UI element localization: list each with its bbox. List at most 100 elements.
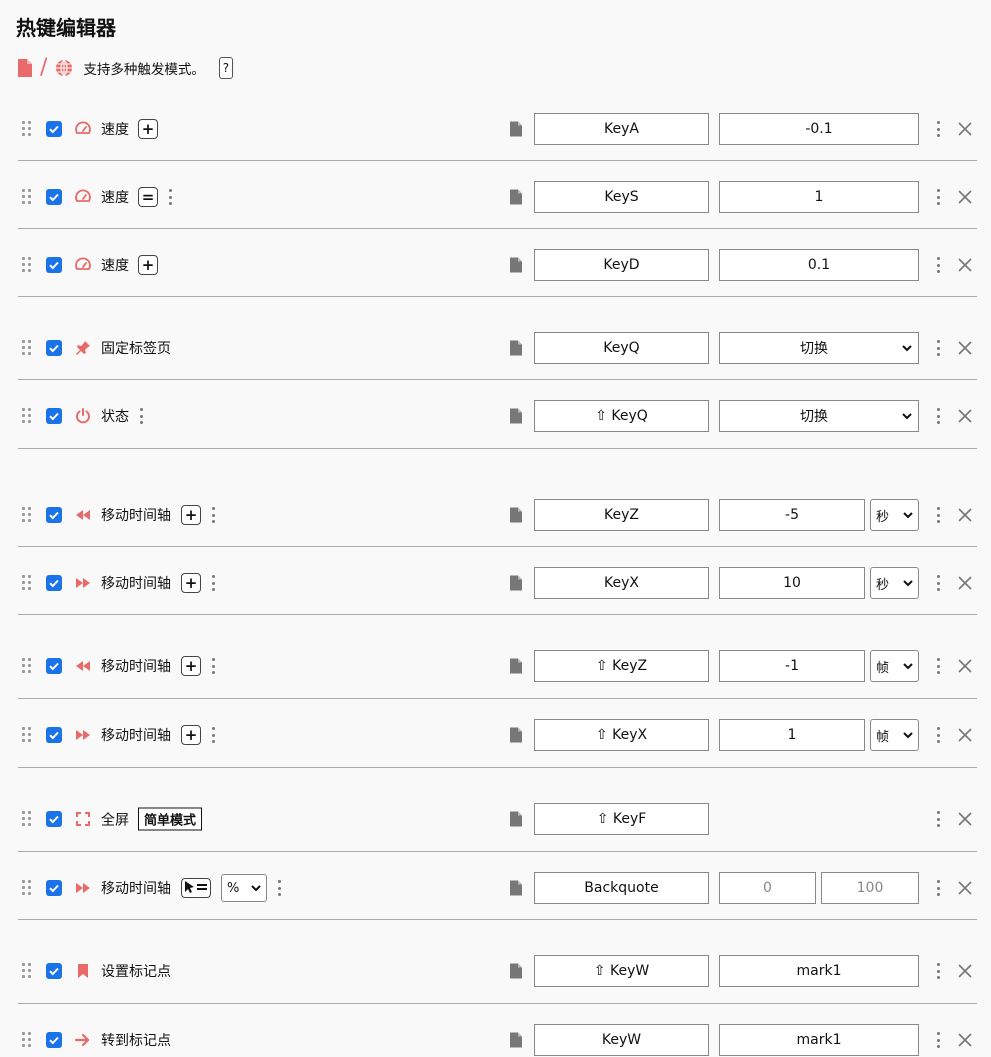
- document-icon[interactable]: [510, 257, 522, 273]
- drag-handle-icon[interactable]: [22, 189, 32, 205]
- document-icon[interactable]: [510, 880, 522, 896]
- more-options-icon[interactable]: [139, 408, 143, 424]
- enable-checkbox[interactable]: [46, 880, 62, 896]
- enable-checkbox[interactable]: [46, 1032, 62, 1048]
- close-icon[interactable]: [957, 1032, 973, 1048]
- mode-select[interactable]: 切换: [719, 332, 919, 364]
- row-menu-icon[interactable]: [936, 189, 940, 205]
- row-menu-icon[interactable]: [936, 811, 940, 827]
- document-icon[interactable]: [510, 408, 522, 424]
- hotkey-input[interactable]: ⇧ KeyX: [534, 719, 709, 751]
- more-options-icon[interactable]: [277, 880, 281, 896]
- value-input[interactable]: -5: [719, 499, 865, 531]
- simple-mode-button[interactable]: 简单模式: [138, 807, 203, 831]
- close-icon[interactable]: [957, 880, 973, 896]
- close-icon[interactable]: [957, 257, 973, 273]
- enable-checkbox[interactable]: [46, 727, 62, 743]
- more-options-icon[interactable]: [211, 575, 215, 591]
- enable-checkbox[interactable]: [46, 257, 62, 273]
- hotkey-input[interactable]: KeyA: [534, 113, 709, 145]
- document-icon[interactable]: [510, 811, 522, 827]
- hotkey-input[interactable]: KeyS: [534, 181, 709, 213]
- value-input[interactable]: 10: [719, 567, 865, 599]
- hotkey-input[interactable]: KeyX: [534, 567, 709, 599]
- enable-checkbox[interactable]: [46, 507, 62, 523]
- hotkey-input[interactable]: KeyW: [534, 1024, 709, 1056]
- value-input[interactable]: -1: [719, 650, 865, 682]
- close-icon[interactable]: [957, 963, 973, 979]
- mode-button[interactable]: =: [138, 187, 158, 207]
- drag-handle-icon[interactable]: [22, 727, 32, 743]
- drag-handle-icon[interactable]: [22, 811, 32, 827]
- drag-handle-icon[interactable]: [22, 121, 32, 137]
- mode-button[interactable]: +: [181, 573, 201, 593]
- document-icon[interactable]: [510, 121, 522, 137]
- hotkey-input[interactable]: Backquote: [534, 872, 709, 904]
- more-options-icon[interactable]: [211, 658, 215, 674]
- range-max-input[interactable]: 100: [821, 872, 919, 904]
- enable-checkbox[interactable]: [46, 811, 62, 827]
- document-icon[interactable]: [510, 340, 522, 356]
- unit-select[interactable]: 秒: [870, 499, 919, 531]
- unit-select[interactable]: 帧: [870, 719, 919, 751]
- mode-select[interactable]: 切换: [719, 400, 919, 432]
- mode-button[interactable]: +: [181, 505, 201, 525]
- drag-handle-icon[interactable]: [22, 1032, 32, 1048]
- mode-button[interactable]: +: [138, 119, 158, 139]
- hotkey-input[interactable]: KeyD: [534, 249, 709, 281]
- mode-button[interactable]: +: [181, 725, 201, 745]
- hotkey-input[interactable]: ⇧ KeyQ: [534, 400, 709, 432]
- mode-button[interactable]: +: [138, 255, 158, 275]
- pointer-mode-button[interactable]: [181, 878, 211, 898]
- enable-checkbox[interactable]: [46, 963, 62, 979]
- more-options-icon[interactable]: [168, 189, 172, 205]
- row-menu-icon[interactable]: [936, 507, 940, 523]
- drag-handle-icon[interactable]: [22, 658, 32, 674]
- close-icon[interactable]: [957, 408, 973, 424]
- value-input[interactable]: 1: [719, 181, 919, 213]
- row-menu-icon[interactable]: [936, 257, 940, 273]
- close-icon[interactable]: [957, 121, 973, 137]
- row-menu-icon[interactable]: [936, 408, 940, 424]
- unit-select[interactable]: %: [221, 874, 267, 902]
- row-menu-icon[interactable]: [936, 1032, 940, 1048]
- document-icon[interactable]: [510, 963, 522, 979]
- drag-handle-icon[interactable]: [22, 575, 32, 591]
- document-icon[interactable]: [510, 507, 522, 523]
- row-menu-icon[interactable]: [936, 121, 940, 137]
- row-menu-icon[interactable]: [936, 340, 940, 356]
- close-icon[interactable]: [957, 811, 973, 827]
- more-options-icon[interactable]: [211, 507, 215, 523]
- enable-checkbox[interactable]: [46, 408, 62, 424]
- row-menu-icon[interactable]: [936, 963, 940, 979]
- value-input[interactable]: -0.1: [719, 113, 919, 145]
- drag-handle-icon[interactable]: [22, 408, 32, 424]
- drag-handle-icon[interactable]: [22, 257, 32, 273]
- close-icon[interactable]: [957, 727, 973, 743]
- row-menu-icon[interactable]: [936, 880, 940, 896]
- enable-checkbox[interactable]: [46, 121, 62, 137]
- value-input[interactable]: mark1: [719, 1024, 919, 1056]
- document-icon[interactable]: [510, 658, 522, 674]
- hotkey-input[interactable]: ⇧ KeyF: [534, 803, 709, 835]
- hotkey-input[interactable]: KeyQ: [534, 332, 709, 364]
- hotkey-input[interactable]: ⇧ KeyW: [534, 955, 709, 987]
- document-icon[interactable]: [510, 1032, 522, 1048]
- drag-handle-icon[interactable]: [22, 507, 32, 523]
- unit-select[interactable]: 帧: [870, 650, 919, 682]
- value-input[interactable]: mark1: [719, 955, 919, 987]
- hotkey-input[interactable]: ⇧ KeyZ: [534, 650, 709, 682]
- drag-handle-icon[interactable]: [22, 340, 32, 356]
- value-input[interactable]: 0.1: [719, 249, 919, 281]
- mode-button[interactable]: +: [181, 656, 201, 676]
- enable-checkbox[interactable]: [46, 340, 62, 356]
- row-menu-icon[interactable]: [936, 658, 940, 674]
- value-input[interactable]: 1: [719, 719, 865, 751]
- hotkey-input[interactable]: KeyZ: [534, 499, 709, 531]
- close-icon[interactable]: [957, 340, 973, 356]
- close-icon[interactable]: [957, 189, 973, 205]
- document-icon[interactable]: [510, 575, 522, 591]
- enable-checkbox[interactable]: [46, 575, 62, 591]
- help-button[interactable]: ?: [218, 57, 233, 79]
- unit-select[interactable]: 秒: [870, 567, 919, 599]
